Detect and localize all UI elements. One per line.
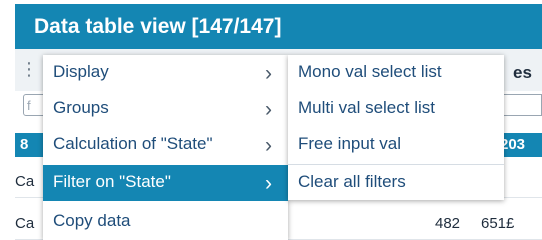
chevron-right-icon: › xyxy=(265,134,272,157)
menu-item-label: Copy data xyxy=(53,211,131,230)
menu-item-label: Display xyxy=(53,62,109,81)
submenu-item-multi-select[interactable]: Multi val select list xyxy=(288,91,504,127)
submenu-item-clear-filters[interactable]: Clear all filters xyxy=(288,164,504,200)
column-header-first[interactable]: 8 xyxy=(20,136,28,153)
table-cell: Ca xyxy=(15,173,35,190)
menu-item-copy-data[interactable]: Copy data xyxy=(43,204,288,240)
drag-dots-icon[interactable]: ⋮ xyxy=(20,59,38,80)
window-title: Data table view [147/147] xyxy=(15,4,542,49)
table-cell: Ca xyxy=(15,215,35,232)
menu-item-label: Filter on "State" xyxy=(53,172,171,191)
chevron-right-icon: › xyxy=(265,62,272,85)
menu-item-label: Calculation of "State" xyxy=(53,134,213,153)
submenu-item-mono-select[interactable]: Mono val select list xyxy=(288,55,504,91)
menu-item-display[interactable]: Display › xyxy=(43,55,288,91)
table-cell: 651£ xyxy=(481,215,515,232)
toolbar-trailing-text: es xyxy=(513,63,532,82)
context-menu: Display › Groups › Calculation of "State… xyxy=(43,55,288,240)
chevron-right-icon: › xyxy=(265,172,272,195)
menu-item-filter[interactable]: Filter on "State" › xyxy=(43,165,288,201)
menu-item-groups[interactable]: Groups › xyxy=(43,91,288,127)
table-cell: 482 xyxy=(435,215,461,232)
filter-submenu: Mono val select list Multi val select li… xyxy=(288,55,504,200)
menu-item-calculation[interactable]: Calculation of "State" › xyxy=(43,127,288,163)
chevron-right-icon: › xyxy=(265,98,272,121)
menu-item-label: Groups xyxy=(53,98,109,117)
submenu-item-free-input[interactable]: Free input val xyxy=(288,127,504,163)
